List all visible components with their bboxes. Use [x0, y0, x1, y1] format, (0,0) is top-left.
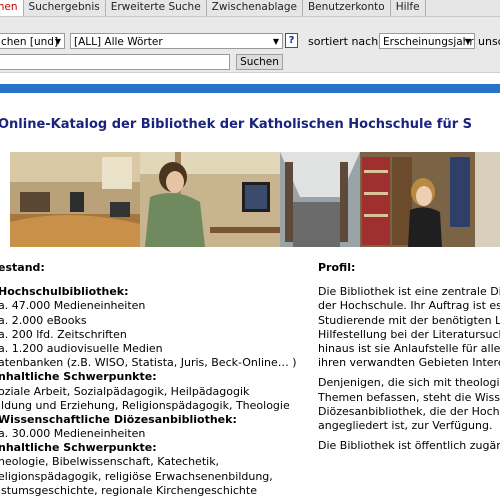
tab-advanced-search[interactable]: Erweiterte Suche	[106, 0, 207, 16]
profile-line: Die Bibliothek ist eine zentrale Dien	[318, 285, 500, 299]
profile-line: Themen befassen, steht die Wissen	[318, 390, 500, 404]
profile-line: hinaus ist sie Anlaufstelle für alle a	[318, 341, 500, 355]
holdings-line: eligionspädagogik, religiöse Erwachsenen…	[0, 469, 273, 483]
holdings-line: nhaltliche Schwerpunkte:	[0, 370, 157, 384]
holdings-line: a. 1.200 audiovisuelle Medien	[0, 341, 163, 355]
holdings-line: a. 30.000 Medieneinheiten	[0, 427, 146, 441]
search-input[interactable]	[0, 54, 230, 70]
search-mode-select[interactable]: chen [und] ▼	[0, 33, 65, 49]
profile-heading: Profil:	[318, 261, 356, 274]
sort-direction-select[interactable]: unsc	[478, 35, 500, 48]
tab-user-account[interactable]: Benutzerkonto	[303, 0, 391, 16]
profile-line: Studierende mit der benötigten Lite	[318, 313, 500, 327]
profile-line: ihren verwandten Gebieten Interess	[318, 356, 500, 370]
chevron-down-icon: ▼	[54, 37, 61, 46]
profile-line: Die Bibliothek ist öffentlich zugäng	[318, 439, 500, 453]
holdings-list: Hochschulbibliothek: a. 47.000 Medieneinh…	[0, 285, 297, 497]
main-tab-bar: chen Suchergebnis Erweiterte Suche Zwisc…	[0, 0, 500, 17]
help-icon[interactable]: ?	[285, 33, 298, 48]
search-field-value: [ALL] Alle Wörter	[74, 36, 163, 48]
holdings-line: nhaltliche Schwerpunkte:	[0, 441, 157, 455]
holdings-line: atenbanken (z.B. WISO, Statista, Juris, …	[0, 356, 297, 370]
profile-line: Diözesanbibliothek, die der Hochsc	[318, 404, 500, 418]
tab-clipboard[interactable]: Zwischenablage	[207, 0, 303, 16]
holdings-line: oziale Arbeit, Sozialpädagogik, Heilpäda…	[0, 384, 250, 398]
profile-line: angegliedert ist, zur Verfügung.	[318, 418, 493, 432]
profile-text: Die Bibliothek ist eine zentrale Dien der…	[318, 285, 500, 452]
chevron-down-icon: ▼	[464, 37, 471, 46]
holdings-heading: estand:	[0, 261, 45, 274]
holdings-line: Hochschulbibliothek:	[0, 285, 129, 299]
tab-help[interactable]: Hilfe	[391, 0, 426, 16]
holdings-line: a. 47.000 Medieneinheiten	[0, 299, 146, 313]
tab-results[interactable]: Suchergebnis	[24, 0, 106, 16]
page-title: Online-Katalog der Bibliothek der Kathol…	[0, 117, 473, 132]
holdings-line: ildung und Erziehung, Religionspädagogik…	[0, 398, 290, 412]
tab-search[interactable]: chen	[0, 0, 24, 16]
search-panel: chen [und] ▼ [ALL] Alle Wörter ▼ ? sorti…	[0, 17, 500, 73]
search-mode-value: chen [und]	[1, 36, 59, 48]
profile-line: der Hochschule. Ihr Auftrag ist es,	[318, 299, 500, 313]
holdings-line: heologie, Bibelwissenschaft, Katechetik,	[0, 455, 220, 469]
sort-select[interactable]: Erscheinungsjahr ▼	[379, 33, 475, 49]
holdings-section: estand: Hochschulbibliothek: a. 47.000 Me…	[0, 261, 297, 497]
library-photo-banner	[10, 152, 500, 247]
holdings-line: istumsgeschichte, regionale Kirchengesch…	[0, 483, 257, 497]
profile-line: Denjenigen, die sich mit theologisc	[318, 376, 500, 390]
profile-section: Profil: Die Bibliothek ist eine zentrale…	[318, 261, 500, 452]
chevron-down-icon: ▼	[272, 37, 279, 46]
profile-line: Hilfestellung bei der Literatursuche	[318, 327, 500, 341]
library-photo	[10, 152, 500, 247]
holdings-line: a. 2.000 eBooks	[0, 313, 87, 327]
search-field-select[interactable]: [ALL] Alle Wörter ▼	[70, 33, 283, 49]
sort-value: Erscheinungsjahr	[383, 36, 474, 48]
search-button[interactable]: Suchen	[236, 54, 283, 70]
accent-bar	[0, 84, 500, 93]
holdings-line: a. 200 lfd. Zeitschriften	[0, 327, 127, 341]
sort-label: sortiert nach	[308, 35, 379, 48]
holdings-line: Wissenschaftliche Diözesanbibliothek:	[0, 412, 237, 426]
